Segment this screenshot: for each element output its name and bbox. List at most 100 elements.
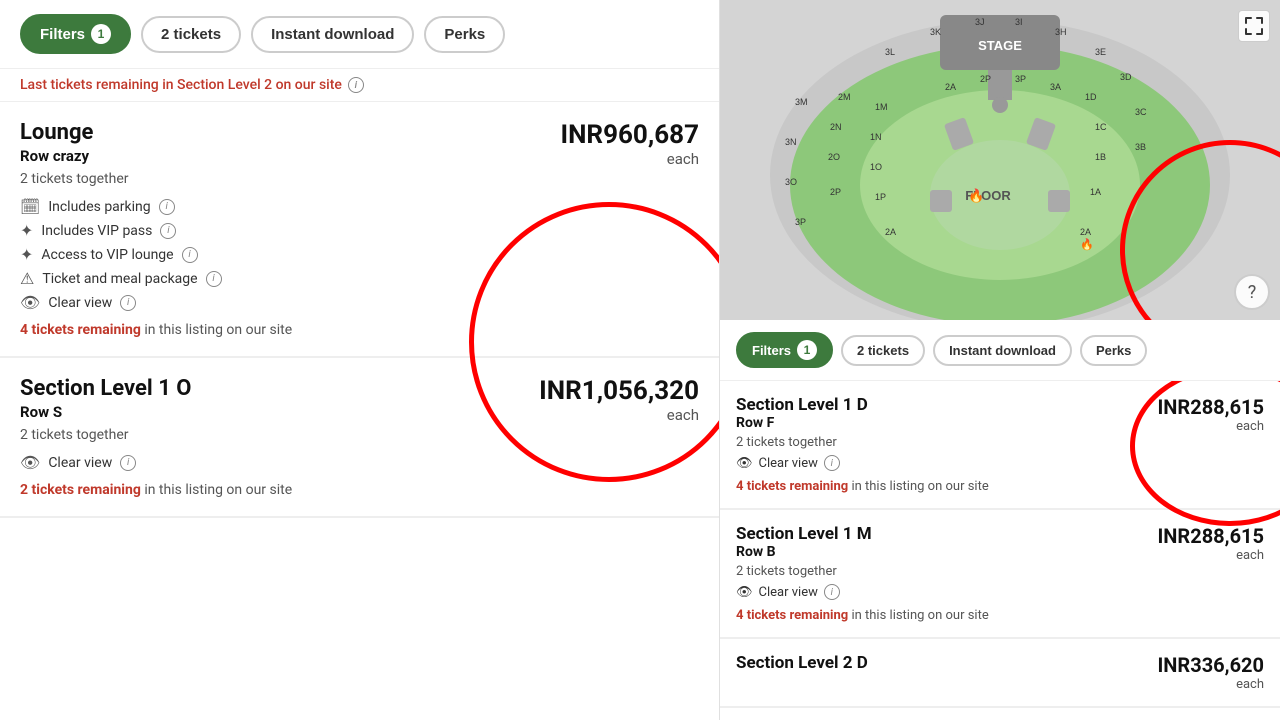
svg-text:3P: 3P [795,217,806,227]
svg-text:🔥: 🔥 [1080,238,1094,251]
feature-vip-lounge: ✦ Access to VIP lounge i [20,245,699,264]
lounge-each: each [560,150,699,168]
svg-text:3M: 3M [795,97,808,107]
filters-label: Filters [40,26,85,43]
right-filters-badge: 1 [797,340,817,360]
svg-text:2O: 2O [828,152,840,162]
right-ticket-listings: Section Level 1 D Row F 2 tickets togeth… [720,381,1280,720]
svg-text:1P: 1P [875,192,886,202]
calendar-icon: 🗓 [20,197,40,216]
feature-clear-view: 👁 Clear view i [20,293,699,312]
right-1m-each: each [1157,548,1264,563]
level1o-listing-right: INR1,056,320 each [539,376,699,424]
right-2d-price: INR336,620 [1157,653,1264,677]
right-perks-button[interactable]: Perks [1080,335,1147,366]
eye3-icon: 👁 [736,456,753,471]
lounge-features: 🗓 Includes parking i ✦ Includes VIP pass… [20,197,699,312]
feature-meal-text: Ticket and meal package [42,271,197,287]
instant-download-label: Instant download [271,26,394,43]
meal-info-icon[interactable]: i [206,271,222,287]
venue-map[interactable]: STAGE FLOOR 🔥 3L 3K 3J 3I 3H 3E 3D 3C 3B… [720,0,1280,320]
right-1d-price: INR288,615 [1157,395,1264,419]
right-1d-clear-view: 👁 Clear view i [736,455,1264,471]
level1o-listing-left: Section Level 1 O Row S 2 tickets togeth… [20,376,191,443]
level1o-info-icon[interactable]: i [120,455,136,471]
right-listing-1d-top: Section Level 1 D Row F 2 tickets togeth… [736,395,1264,450]
svg-text:3I: 3I [1015,17,1023,27]
level1o-price: INR1,056,320 [539,376,699,406]
clear-view-info-icon[interactable]: i [120,295,136,311]
lounge-row-label: Row crazy [20,147,129,165]
help-button[interactable]: ? [1234,274,1270,310]
svg-text:1C: 1C [1095,122,1107,132]
right-listing-1m-right: INR288,615 each [1157,524,1264,563]
svg-text:3J: 3J [975,17,985,27]
svg-text:3C: 3C [1135,107,1147,117]
svg-text:2P: 2P [980,74,991,84]
venue-map-svg: STAGE FLOOR 🔥 3L 3K 3J 3I 3H 3E 3D 3C 3B… [720,0,1280,320]
level1o-remaining: 2 tickets remaining in this listing on o… [20,482,699,498]
right-tickets-label: 2 tickets [857,343,909,358]
feature-vip-pass: ✦ Includes VIP pass i [20,221,699,240]
lounge-listing-left: Lounge Row crazy 2 tickets together [20,120,129,187]
right-tickets-button[interactable]: 2 tickets [841,335,925,366]
svg-text:3D: 3D [1120,72,1132,82]
right-listing-1m[interactable]: Section Level 1 M Row B 2 tickets togeth… [720,510,1280,639]
right-listing-2d-top: Section Level 2 D INR336,620 each [736,653,1264,692]
right-listing-2d-right: INR336,620 each [1157,653,1264,692]
tickets-button[interactable]: 2 tickets [141,16,241,53]
banner-info-icon[interactable]: i [348,77,364,93]
level1o-tickets-together: 2 tickets together [20,427,191,443]
lounge-price: INR960,687 [560,120,699,150]
svg-text:2P: 2P [830,187,841,197]
svg-text:2A: 2A [945,82,956,92]
level1o-section-title: Section Level 1 O [20,376,191,401]
right-1d-section: Section Level 1 D [736,395,868,415]
level1o-clear-view-text: Clear view [48,455,112,471]
right-filters-bar: Filters 1 2 tickets Instant download Per… [720,320,1280,381]
level1o-remaining-count: 2 tickets remaining [20,482,141,498]
filters-button[interactable]: Filters 1 [20,14,131,54]
lounge-listing-top: Lounge Row crazy 2 tickets together INR9… [20,120,699,187]
lounge-section-title: Lounge [20,120,129,145]
right-1d-clear-view-text: Clear view [759,456,818,471]
fullscreen-button[interactable] [1238,10,1270,42]
right-instant-button[interactable]: Instant download [933,335,1072,366]
right-1m-info-icon[interactable]: i [824,584,840,600]
feature-parking: 🗓 Includes parking i [20,197,699,216]
right-1m-clear-view: 👁 Clear view i [736,584,1264,600]
right-1d-row: Row F [736,415,868,431]
vip-pass-info-icon[interactable]: i [160,223,176,239]
right-1m-tickets: 2 tickets together [736,564,872,579]
perks-button[interactable]: Perks [424,16,505,53]
svg-text:3A: 3A [1050,82,1061,92]
parking-info-icon[interactable]: i [159,199,175,215]
svg-text:3B: 3B [1135,142,1146,152]
svg-text:3N: 3N [785,137,797,147]
right-listing-2d[interactable]: Section Level 2 D INR336,620 each [720,639,1280,708]
eye2-icon: 👁 [20,453,40,472]
right-listing-1d[interactable]: Section Level 1 D Row F 2 tickets togeth… [720,381,1280,510]
svg-text:3E: 3E [1095,47,1106,57]
svg-text:1M: 1M [875,102,888,112]
right-1d-info-icon[interactable]: i [824,455,840,471]
right-1m-section: Section Level 1 M [736,524,872,544]
left-filters-bar: Filters 1 2 tickets Instant download Per… [0,0,719,69]
feature-meal: ⚠ Ticket and meal package i [20,269,699,288]
right-1d-remaining: 4 tickets remaining in this listing on o… [736,479,1264,494]
right-2d-section: Section Level 2 D [736,653,868,673]
lounge-remaining-count: 4 tickets remaining [20,322,141,338]
svg-text:1N: 1N [870,132,882,142]
right-listing-1m-left: Section Level 1 M Row B 2 tickets togeth… [736,524,872,579]
vip-lounge-info-icon[interactable]: i [182,247,198,263]
right-filters-button[interactable]: Filters 1 [736,332,833,368]
last-tickets-text: Last tickets remaining in Section Level … [20,77,342,93]
svg-text:2M: 2M [838,92,851,102]
level1o-listing[interactable]: Section Level 1 O Row S 2 tickets togeth… [0,358,719,518]
lounge-remaining: 4 tickets remaining in this listing on o… [20,322,699,338]
instant-download-button[interactable]: Instant download [251,16,414,53]
svg-text:2A: 2A [885,227,896,237]
warning-icon: ⚠ [20,269,34,288]
level1o-remaining-site: in this listing on our site [144,482,292,498]
lounge-listing[interactable]: Lounge Row crazy 2 tickets together INR9… [0,102,719,358]
